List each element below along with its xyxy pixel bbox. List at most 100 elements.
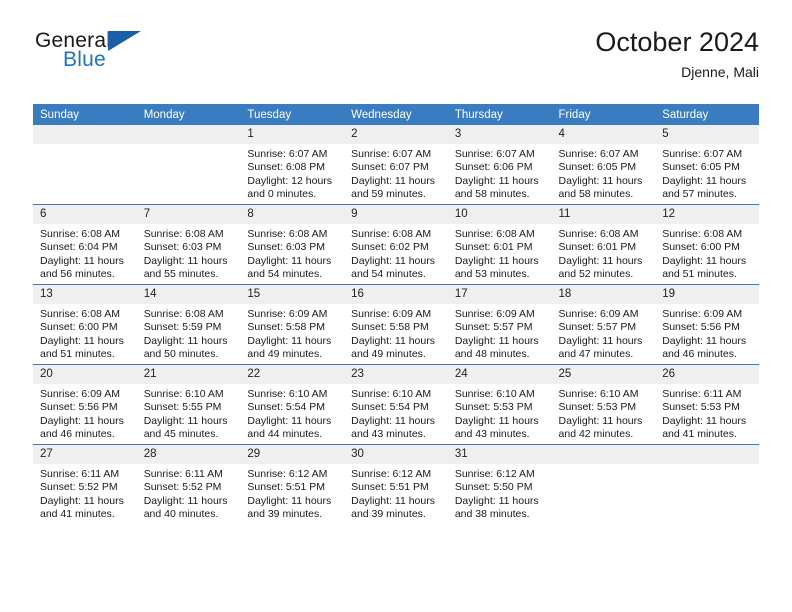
sunset-text: Sunset: 6:08 PM [247,161,326,174]
day-number: 17 [447,285,552,304]
sunrise-text: Sunrise: 6:10 AM [351,388,432,400]
sunrise-text: Sunrise: 6:11 AM [143,468,223,480]
day-number: 19 [655,285,759,304]
sunset-text: Sunset: 5:52 PM [40,481,118,494]
weekday-header-sunday: Sunday [33,104,137,125]
calendar-day-cell[interactable]: 13 Sunrise: 6:08 AM Sunset: 6:00 PM Dayligh… [33,284,137,365]
sunset-text: Sunset: 5:58 PM [351,321,429,334]
calendar-day-cell[interactable]: 28 Sunrise: 6:11 AM Sunset: 5:52 PM Dayligh… [136,444,241,524]
day-number: 9 [344,205,448,224]
sunrise-text: Sunrise: 6:08 AM [454,228,535,240]
sunset-text: Sunset: 6:02 PM [351,241,429,254]
calendar-day-cell[interactable]: 19 Sunrise: 6:09 AM Sunset: 5:56 PM Dayligh… [655,284,759,365]
calendar-day-cell[interactable]: 30 Sunrise: 6:12 AM Sunset: 5:51 PM Dayligh… [344,444,448,524]
day-number: 12 [655,205,759,224]
calendar-day-cell[interactable]: 20 Sunrise: 6:09 AM Sunset: 5:56 PM Dayligh… [33,364,137,445]
calendar-day-cell[interactable]: 2 Sunrise: 6:07 AM Sunset: 6:07 PM Daylight… [344,125,448,205]
daylight-text: Daylight: 12 hours and 0 minutes. [247,174,333,201]
calendar-day-cell[interactable]: 7 Sunrise: 6:08 AM Sunset: 6:03 PM Daylight… [136,204,241,285]
sunrise-text: Sunrise: 6:10 AM [558,388,639,400]
day-details: Sunrise: 6:08 AM Sunset: 6:02 PM Daylight:… [344,224,448,282]
day-details: Sunrise: 6:07 AM Sunset: 6:05 PM Daylight:… [655,144,759,202]
day-number [551,445,656,464]
day-details: Sunrise: 6:08 AM Sunset: 6:03 PM Daylight:… [137,224,241,282]
day-number: 21 [136,365,241,384]
title-block: October 2024 Djenne, Mali [595,28,759,81]
calendar-day-cell[interactable]: 24 Sunrise: 6:10 AM Sunset: 5:53 PM Dayligh… [447,364,552,445]
day-number: 16 [344,285,448,304]
calendar-day-cell[interactable]: 23 Sunrise: 6:10 AM Sunset: 5:54 PM Dayligh… [344,364,448,445]
sunrise-text: Sunrise: 6:08 AM [247,228,328,240]
day-number [136,125,241,144]
calendar-day-cell[interactable]: 17 Sunrise: 6:09 AM Sunset: 5:57 PM Dayligh… [447,284,552,365]
calendar-day-cell[interactable]: 27 Sunrise: 6:11 AM Sunset: 5:52 PM Dayligh… [33,444,137,524]
sunset-text: Sunset: 5:51 PM [351,481,429,494]
calendar-day-cell[interactable]: 9 Sunrise: 6:08 AM Sunset: 6:02 PM Daylight… [344,204,448,285]
daylight-text: Daylight: 11 hours and 46 minutes. [40,414,124,441]
calendar-day-cell[interactable]: 22 Sunrise: 6:10 AM Sunset: 5:54 PM Dayligh… [240,364,345,445]
calendar-day-cell[interactable]: 29 Sunrise: 6:12 AM Sunset: 5:51 PM Dayligh… [240,444,345,524]
day-details: Sunrise: 6:09 AM Sunset: 5:58 PM Daylight:… [344,304,448,362]
day-number: 23 [344,365,448,384]
sunset-text: Sunset: 5:53 PM [454,401,533,414]
calendar-day-cell[interactable]: 21 Sunrise: 6:10 AM Sunset: 5:55 PM Dayligh… [136,364,241,445]
calendar-day-cell[interactable]: 16 Sunrise: 6:09 AM Sunset: 5:58 PM Dayligh… [344,284,448,365]
daylight-text: Daylight: 11 hours and 58 minutes. [558,174,643,201]
calendar-day-cell[interactable]: 10 Sunrise: 6:08 AM Sunset: 6:01 PM Dayligh… [447,204,552,285]
day-number: 2 [344,125,448,144]
sunrise-text: Sunrise: 6:10 AM [454,388,535,400]
day-number: 31 [447,445,552,464]
sunrise-text: Sunrise: 6:12 AM [351,468,432,480]
daylight-text: Daylight: 11 hours and 52 minutes. [558,254,643,281]
sunset-text: Sunset: 5:54 PM [351,401,429,414]
daylight-text: Daylight: 11 hours and 53 minutes. [454,254,539,281]
calendar-day-cell[interactable]: 12 Sunrise: 6:08 AM Sunset: 6:00 PM Dayligh… [655,204,759,285]
calendar-day-cell[interactable]: 14 Sunrise: 6:08 AM Sunset: 5:59 PM Dayligh… [136,284,241,365]
sunset-text: Sunset: 5:51 PM [247,481,326,494]
calendar-day-cell-empty [136,125,241,205]
sunrise-text: Sunrise: 6:11 AM [40,468,120,480]
sunrise-text: Sunrise: 6:07 AM [454,148,535,160]
calendar-day-cell[interactable]: 15 Sunrise: 6:09 AM Sunset: 5:58 PM Dayligh… [240,284,345,365]
sunrise-text: Sunrise: 6:08 AM [143,308,224,320]
sunrise-text: Sunrise: 6:08 AM [662,228,743,240]
calendar-day-cell[interactable]: 25 Sunrise: 6:10 AM Sunset: 5:53 PM Dayligh… [551,364,656,445]
daylight-text: Daylight: 11 hours and 41 minutes. [40,494,124,521]
calendar-day-cell[interactable]: 26 Sunrise: 6:11 AM Sunset: 5:53 PM Dayligh… [655,364,759,445]
calendar-day-cell[interactable]: 3 Sunrise: 6:07 AM Sunset: 6:06 PM Daylight… [447,125,552,205]
sunrise-text: Sunrise: 6:09 AM [558,308,639,320]
sunset-text: Sunset: 6:01 PM [558,241,637,254]
calendar-grid: Sunday Monday Tuesday Wednesday Thursday… [33,104,759,524]
weekday-header-friday: Friday [551,104,656,125]
calendar-week-row: 1 Sunrise: 6:07 AM Sunset: 6:08 PM Daylight… [33,125,759,205]
day-details: Sunrise: 6:10 AM Sunset: 5:54 PM Daylight:… [344,384,448,442]
daylight-text: Daylight: 11 hours and 55 minutes. [143,254,228,281]
day-number: 10 [447,205,552,224]
calendar-day-cell[interactable]: 5 Sunrise: 6:07 AM Sunset: 6:05 PM Daylight… [655,125,759,205]
calendar-day-cell[interactable]: 8 Sunrise: 6:08 AM Sunset: 6:03 PM Daylight… [240,204,345,285]
sunrise-text: Sunrise: 6:11 AM [662,388,742,400]
day-number: 8 [240,205,345,224]
calendar-day-cell[interactable]: 11 Sunrise: 6:08 AM Sunset: 6:01 PM Dayligh… [551,204,656,285]
day-number: 20 [33,365,137,384]
day-details: Sunrise: 6:08 AM Sunset: 6:01 PM Daylight:… [448,224,552,282]
daylight-text: Daylight: 11 hours and 51 minutes. [662,254,747,281]
day-details: Sunrise: 6:07 AM Sunset: 6:06 PM Daylight:… [448,144,552,202]
weekday-header-row: Sunday Monday Tuesday Wednesday Thursday… [33,104,759,125]
day-details: Sunrise: 6:08 AM Sunset: 6:00 PM Daylight:… [33,304,137,362]
day-details: Sunrise: 6:08 AM Sunset: 6:01 PM Daylight:… [552,224,656,282]
daylight-text: Daylight: 11 hours and 58 minutes. [454,174,539,201]
daylight-text: Daylight: 11 hours and 38 minutes. [454,494,539,521]
day-details: Sunrise: 6:10 AM Sunset: 5:55 PM Daylight:… [137,384,241,442]
daylight-text: Daylight: 11 hours and 41 minutes. [662,414,747,441]
calendar-day-cell[interactable]: 6 Sunrise: 6:08 AM Sunset: 6:04 PM Daylight… [33,204,137,285]
daylight-text: Daylight: 11 hours and 48 minutes. [454,334,539,361]
day-number: 28 [136,445,241,464]
calendar-day-cell[interactable]: 18 Sunrise: 6:09 AM Sunset: 5:57 PM Dayligh… [551,284,656,365]
sunrise-text: Sunrise: 6:09 AM [662,308,743,320]
sunset-text: Sunset: 6:04 PM [40,241,118,254]
sunset-text: Sunset: 6:01 PM [454,241,533,254]
calendar-day-cell[interactable]: 4 Sunrise: 6:07 AM Sunset: 6:05 PM Daylight… [551,125,656,205]
calendar-day-cell[interactable]: 1 Sunrise: 6:07 AM Sunset: 6:08 PM Daylight… [240,125,345,205]
calendar-day-cell[interactable]: 31 Sunrise: 6:12 AM Sunset: 5:50 PM Dayligh… [447,444,552,524]
